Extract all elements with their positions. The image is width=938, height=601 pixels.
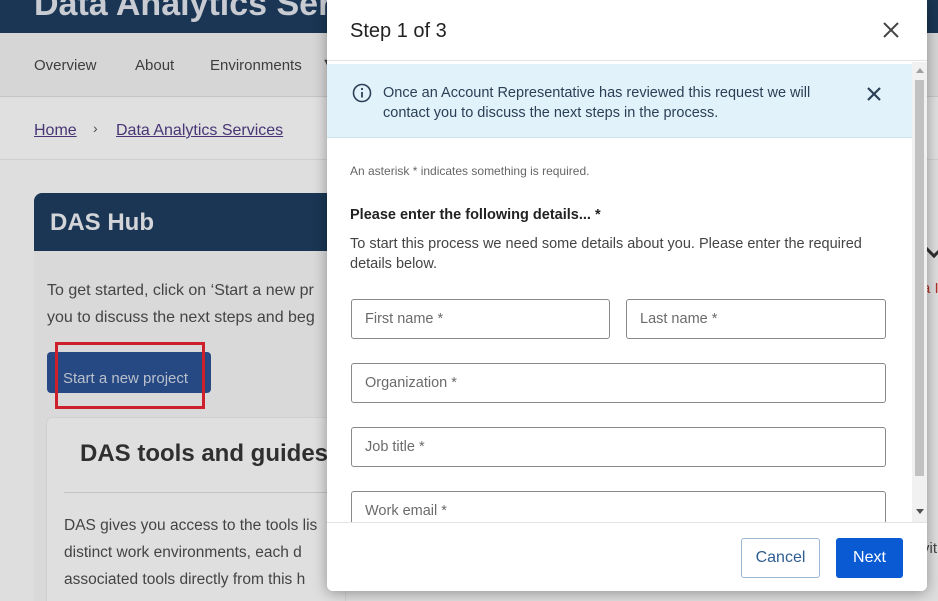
- scroll-up-icon[interactable]: [916, 68, 924, 73]
- close-dialog-button[interactable]: [878, 17, 904, 43]
- section-title: Please enter the following details... *: [350, 207, 601, 223]
- cancel-button[interactable]: Cancel: [741, 538, 820, 578]
- work-email-field[interactable]: [351, 491, 886, 522]
- dialog-footer: Cancel Next: [327, 522, 927, 591]
- dialog-header: Step 1 of 3: [327, 0, 927, 61]
- dialog-title: Step 1 of 3: [350, 20, 447, 42]
- first-name-field[interactable]: [351, 299, 610, 339]
- scroll-thumb[interactable]: [915, 80, 924, 476]
- close-icon: [867, 87, 881, 101]
- close-icon: [883, 22, 899, 38]
- next-button[interactable]: Next: [836, 538, 903, 578]
- alert-text: Once an Account Representative has revie…: [383, 85, 811, 121]
- dialog-body: Once an Account Representative has revie…: [327, 62, 912, 522]
- info-icon: [352, 83, 372, 103]
- organization-field[interactable]: [351, 363, 886, 403]
- dialog-scrollbar[interactable]: [912, 62, 927, 522]
- last-name-field[interactable]: [626, 299, 886, 339]
- scroll-down-icon[interactable]: [916, 509, 924, 514]
- request-dialog: Step 1 of 3 Once an Account Representati…: [327, 0, 927, 591]
- required-note: An asterisk * indicates something is req…: [350, 164, 590, 178]
- section-description: To start this process we need some detai…: [350, 236, 862, 272]
- info-alert: Once an Account Representative has revie…: [327, 64, 912, 138]
- job-title-field[interactable]: [351, 427, 886, 467]
- dismiss-alert-button[interactable]: [863, 83, 885, 105]
